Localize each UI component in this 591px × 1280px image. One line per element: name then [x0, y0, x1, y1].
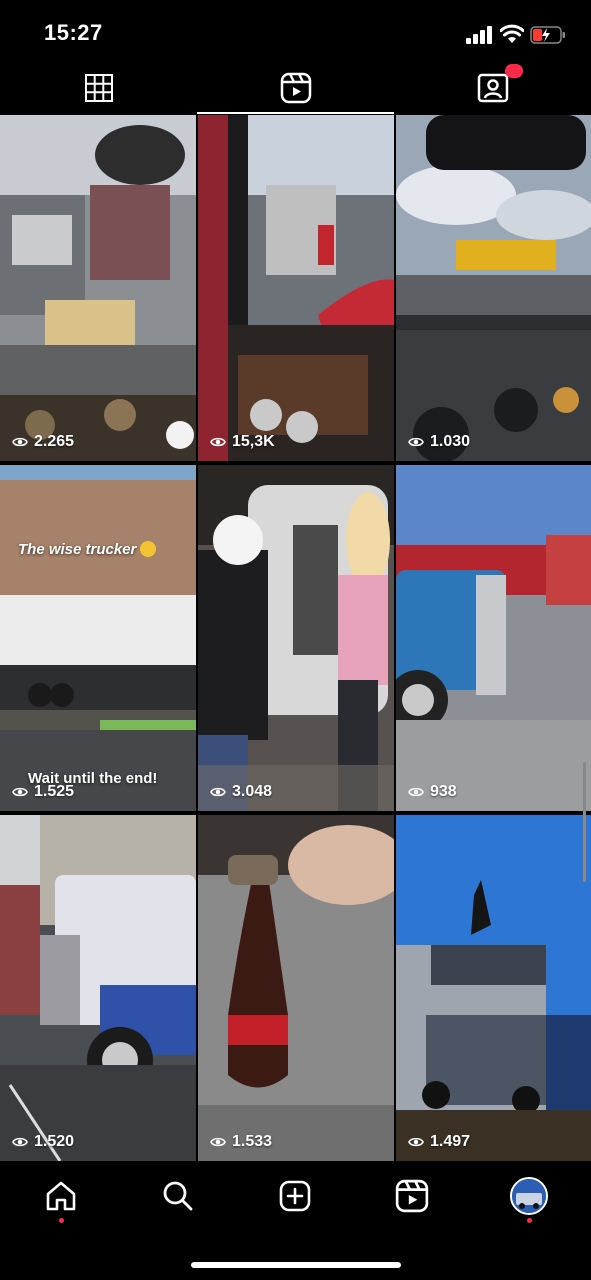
grid-icon	[84, 74, 113, 102]
reel-thumbnail[interactable]: The wise trucker Wait until the end! 1.5…	[0, 465, 196, 811]
view-count-text: 3.048	[232, 783, 273, 800]
eye-icon	[12, 787, 28, 797]
view-count-text: 1.533	[232, 1133, 273, 1150]
eye-icon	[12, 437, 28, 447]
thumbnail-image	[0, 115, 196, 461]
search-icon	[163, 1181, 193, 1211]
home-icon	[46, 1181, 76, 1211]
tab-tagged[interactable]	[394, 62, 591, 114]
reel-thumbnail[interactable]: 2.265	[0, 115, 196, 461]
reel-thumbnail[interactable]: 1.030	[396, 115, 591, 461]
eye-icon	[210, 437, 226, 447]
wifi-icon	[500, 24, 524, 43]
thumbnail-image	[396, 115, 591, 461]
reel-thumbnail[interactable]: 15,3K	[198, 115, 394, 461]
notification-badge	[504, 64, 523, 78]
eye-icon	[12, 1137, 28, 1147]
nav-profile[interactable]	[509, 1176, 549, 1216]
status-bar: 15:27	[0, 0, 591, 62]
view-count-text: 15,3K	[232, 433, 275, 450]
eye-icon	[408, 437, 424, 447]
create-icon	[279, 1180, 311, 1212]
view-count-text: 1.525	[34, 783, 75, 800]
view-count-text: 1.520	[34, 1133, 75, 1150]
thumbnail-image	[198, 465, 394, 811]
reels-grid: 2.265 15,3K 1.030 The wise trucker Wait …	[0, 115, 591, 1161]
status-time: 15:27	[44, 20, 103, 45]
nav-search[interactable]	[158, 1176, 198, 1216]
reel-thumbnail[interactable]: 3.048	[198, 465, 394, 811]
view-count-text: 2.265	[34, 433, 75, 450]
home-indicator[interactable]	[191, 1262, 401, 1268]
view-count: 1.525	[12, 783, 74, 801]
view-count-text: 938	[430, 783, 457, 800]
battery-charging-icon	[530, 26, 565, 44]
profile-content-tabs	[0, 62, 591, 114]
nav-reels[interactable]	[392, 1176, 432, 1216]
view-count: 1.533	[210, 1133, 272, 1151]
profile-avatar	[510, 1177, 548, 1215]
reel-thumbnail[interactable]: 1.533	[198, 815, 394, 1161]
tagged-icon	[477, 73, 508, 103]
view-count: 2.265	[12, 433, 74, 451]
tab-posts-grid[interactable]	[0, 62, 197, 114]
view-count: 3.048	[210, 783, 272, 801]
thumbnail-image	[396, 465, 591, 811]
cellular-signal-icon	[466, 26, 492, 44]
reels-icon	[280, 72, 311, 104]
reel-thumbnail[interactable]: 1.520	[0, 815, 196, 1161]
view-count: 938	[408, 783, 457, 801]
eye-icon	[210, 787, 226, 797]
reel-thumbnail[interactable]: 1.497	[396, 815, 591, 1161]
emoji-icon	[140, 541, 157, 557]
home-activity-dot	[59, 1218, 64, 1223]
view-count: 15,3K	[210, 433, 275, 451]
reel-thumbnail[interactable]: 938	[396, 465, 591, 811]
profile-activity-dot	[527, 1218, 532, 1223]
eye-icon	[408, 787, 424, 797]
reels-icon	[395, 1179, 429, 1213]
tab-reels[interactable]	[197, 62, 394, 114]
view-count: 1.497	[408, 1133, 470, 1151]
view-count-text: 1.497	[430, 1133, 471, 1150]
thumbnail-image	[198, 815, 394, 1161]
scrollbar[interactable]	[583, 762, 586, 882]
nav-create[interactable]	[275, 1176, 315, 1216]
thumbnail-image	[0, 465, 196, 811]
view-count: 1.030	[408, 433, 470, 451]
view-count: 1.520	[12, 1133, 74, 1151]
thumbnail-image	[198, 115, 394, 461]
eye-icon	[408, 1137, 424, 1147]
thumbnail-image	[396, 815, 591, 1161]
view-count-text: 1.030	[430, 433, 471, 450]
video-caption-overlay: The wise trucker	[18, 541, 157, 558]
thumbnail-image	[0, 815, 196, 1161]
eye-icon	[210, 1137, 226, 1147]
avatar-image	[512, 1179, 546, 1213]
nav-home[interactable]	[41, 1176, 81, 1216]
